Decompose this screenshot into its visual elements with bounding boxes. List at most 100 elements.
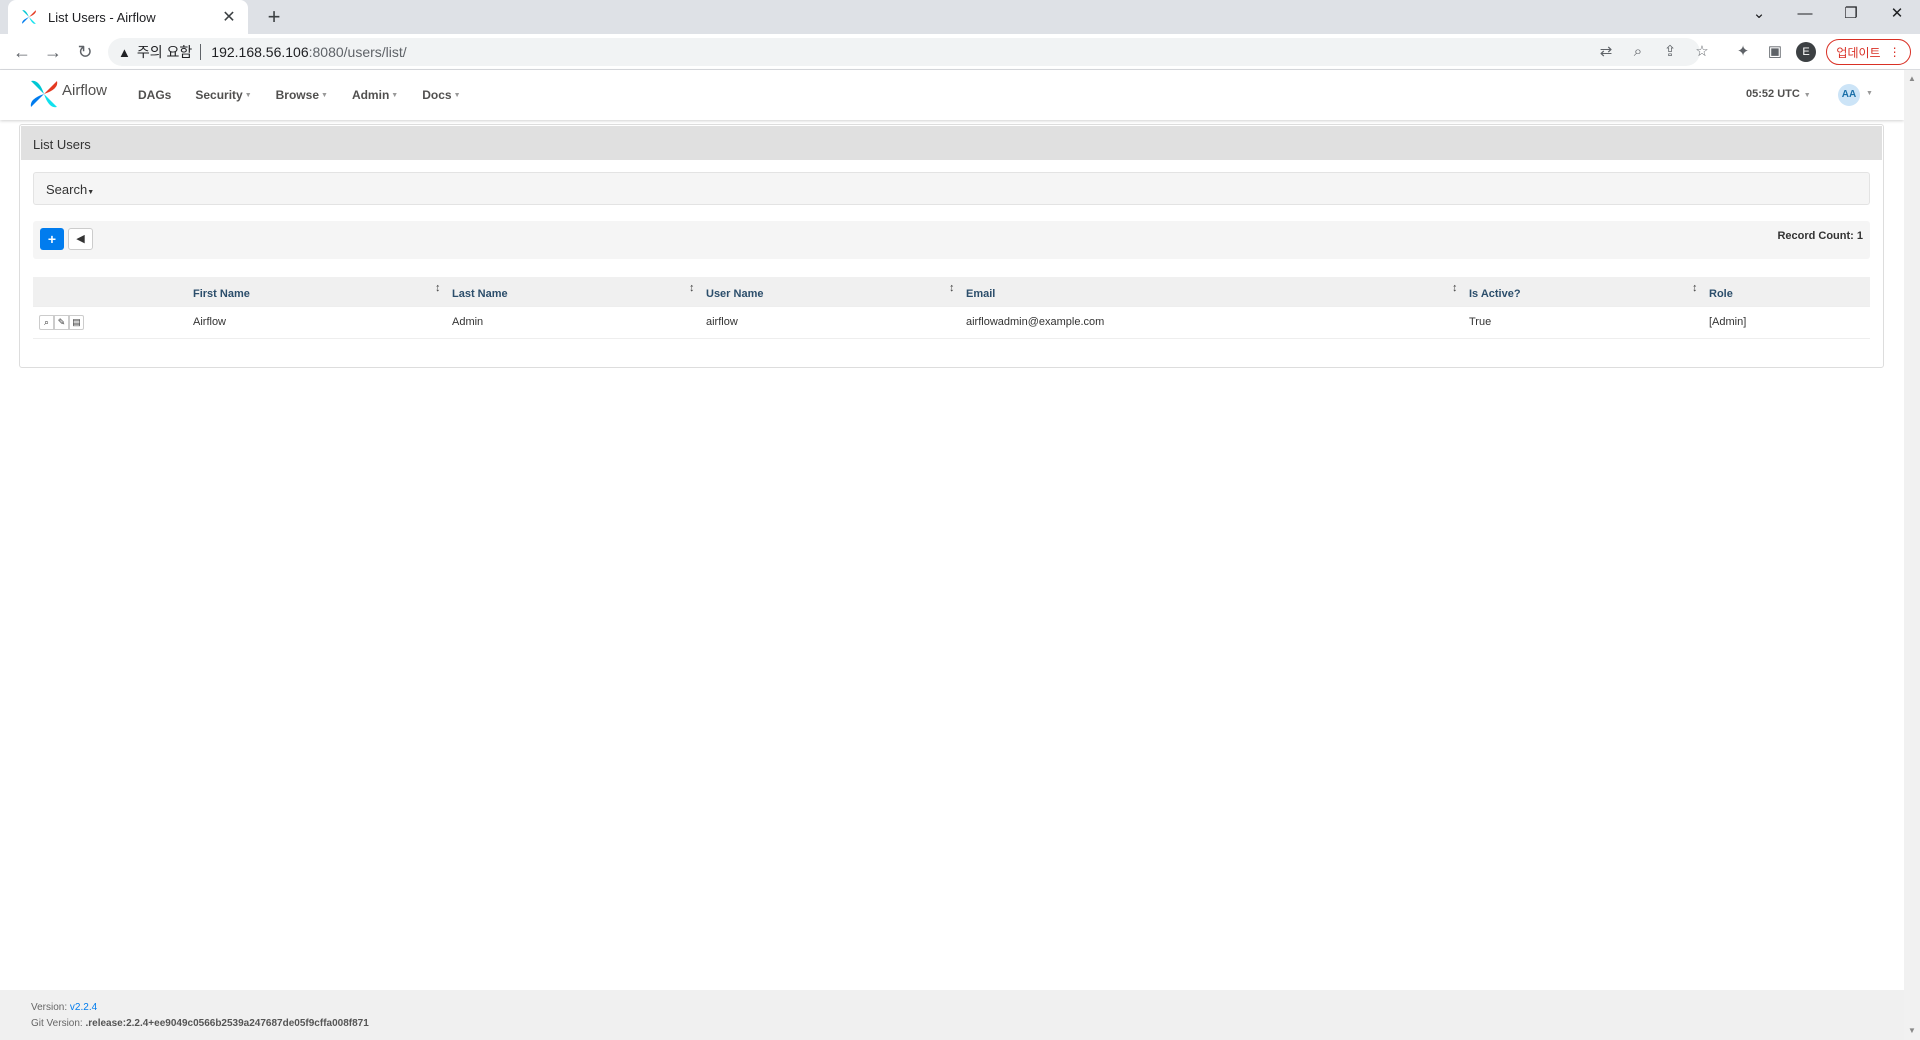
close-tab-icon[interactable]: ✕ <box>220 7 238 27</box>
add-user-button[interactable]: + <box>40 228 64 250</box>
caret-down-icon: ▼ <box>391 91 399 99</box>
airflow-navbar: Airflow DAGs Security ▼ Browse ▼ Admin ▼ Do… <box>0 70 1904 120</box>
delete-record-trash-icon[interactable]: ▤ <box>69 314 84 330</box>
search-filter-bar[interactable]: Search▼ <box>33 172 1870 205</box>
url-host: 192.168.56.106 <box>211 44 309 60</box>
forward-arrow-icon[interactable]: → <box>41 40 65 64</box>
edit-record-icon[interactable]: ✎ <box>54 314 69 330</box>
translate-icon[interactable]: ⇄ <box>1594 40 1618 64</box>
menu-browse-label: Browse <box>275 88 319 102</box>
profile-avatar[interactable]: E <box>1796 42 1816 62</box>
list-actions-bar: + ◀ Record Count: 1 <box>33 221 1870 259</box>
version-info: Version: v2.2.4 <box>31 1002 97 1013</box>
url-path: :8080/users/list/ <box>308 44 407 60</box>
menu-docs-label: Docs <box>422 88 452 102</box>
restore-window-icon[interactable]: ❐ <box>1828 0 1874 28</box>
sort-icon[interactable]: ↕ <box>1452 282 1458 294</box>
cell-first-name: Airflow <box>193 305 452 339</box>
scroll-down-arrow-icon[interactable]: ▼ <box>1908 1026 1916 1035</box>
caret-down-icon: ▼ <box>87 189 95 196</box>
tab-search-chevron-icon[interactable]: ⌄ <box>1736 0 1782 28</box>
page-footer: Version: v2.2.4 Git Version: .release:2.… <box>0 990 1904 1040</box>
user-avatar[interactable]: AA <box>1838 84 1860 106</box>
airflow-pinwheel-icon <box>30 80 58 108</box>
git-version-value: .release:2.2.4+ee9049c0566b2539a247687de… <box>85 1018 369 1029</box>
actions-column-header <box>33 277 193 306</box>
table-row: ⌕ ✎ ▤ Airflow Admin airflow airflowadmin… <box>33 305 1870 339</box>
search-dropdown[interactable]: Search▼ <box>46 182 94 197</box>
new-tab-button[interactable]: + <box>262 5 286 29</box>
brand-name: Airflow <box>62 81 108 99</box>
update-button[interactable]: 업데이트 ⋮ <box>1826 39 1911 65</box>
column-label: First Name <box>193 288 250 301</box>
update-label: 업데이트 <box>1836 45 1881 60</box>
cell-email: airflowadmin@example.com <box>966 305 1469 339</box>
back-button[interactable]: ◀ <box>68 228 93 250</box>
column-label: User Name <box>706 288 764 301</box>
column-header-role[interactable]: Role <box>1709 277 1870 306</box>
git-version-info: Git Version: .release:2.2.4+ee9049c0566b… <box>31 1018 369 1029</box>
page-title: List Users <box>21 126 1882 160</box>
share-icon[interactable]: ⇪ <box>1658 40 1682 64</box>
version-label: Version: <box>31 1002 68 1013</box>
column-label: Role <box>1709 288 1733 301</box>
airflow-logo[interactable]: Airflow <box>28 78 107 110</box>
caret-down-icon: ▼ <box>244 91 252 99</box>
address-divider <box>200 44 202 60</box>
back-arrow-icon[interactable]: ← <box>10 40 34 64</box>
reload-icon[interactable]: ↻ <box>73 40 97 64</box>
caret-down-icon: ▼ <box>321 91 328 99</box>
menu-security-label: Security <box>195 88 243 102</box>
extensions-puzzle-icon[interactable]: ✦ <box>1731 40 1755 64</box>
minimize-window-icon[interactable]: — <box>1782 0 1828 28</box>
column-header-email[interactable]: Email ↕ <box>966 277 1469 306</box>
menu-browse[interactable]: Browse ▼ <box>276 88 328 102</box>
menu-dags-label: DAGs <box>138 88 172 102</box>
caret-down-icon: ▼ <box>1803 92 1811 99</box>
arrow-left-icon: ◀ <box>76 233 85 245</box>
utc-clock[interactable]: 05:52 UTC ▼ <box>1746 88 1811 100</box>
menu-admin-label: Admin <box>351 88 390 102</box>
scroll-up-arrow-icon[interactable]: ▲ <box>1908 74 1916 83</box>
warning-triangle-icon: ▲ <box>118 44 131 60</box>
cell-is-active: True <box>1469 305 1709 339</box>
menu-dags[interactable]: DAGs <box>138 88 171 102</box>
version-link[interactable]: v2.2.4 <box>70 1002 97 1013</box>
security-warning-label[interactable]: 주의 요함 <box>137 42 192 62</box>
users-table: First Name ↕ Last Name ↕ User Name ↕ Email ↕… <box>33 277 1870 339</box>
column-label: Last Name <box>452 288 508 301</box>
bookmark-star-icon[interactable]: ☆ <box>1690 40 1714 64</box>
column-header-last-name[interactable]: Last Name ↕ <box>452 277 706 306</box>
row-actions: ⌕ ✎ ▤ <box>33 305 193 339</box>
column-label: Email <box>966 288 996 301</box>
column-header-first-name[interactable]: First Name ↕ <box>193 277 452 306</box>
sort-icon[interactable]: ↕ <box>689 282 695 294</box>
view-record-search-icon[interactable]: ⌕ <box>39 314 54 330</box>
sort-icon[interactable]: ↕ <box>435 282 441 294</box>
cell-user-name: airflow <box>706 305 966 339</box>
menu-security[interactable]: Security ▼ <box>195 88 251 102</box>
side-panel-icon[interactable]: ▣ <box>1763 40 1787 64</box>
airflow-favicon-icon <box>22 10 36 24</box>
browser-tab[interactable]: List Users - Airflow ✕ <box>8 0 248 34</box>
git-version-label: Git Version: <box>31 1018 83 1029</box>
column-label: Is Active? <box>1469 288 1521 301</box>
clock-label: 05:52 UTC <box>1746 88 1800 100</box>
page-scrollbar[interactable]: ▲ ▼ <box>1904 70 1920 1040</box>
record-count: Record Count: 1 <box>1777 230 1863 242</box>
zoom-icon[interactable]: ⌕ <box>1626 40 1650 64</box>
menu-docs[interactable]: Docs ▼ <box>422 88 460 102</box>
caret-down-icon[interactable]: ▼ <box>1866 90 1873 97</box>
address-bar[interactable]: ▲ 주의 요함 192.168.56.106 :8080/users/list/ <box>108 38 1700 66</box>
column-header-is-active[interactable]: Is Active? ↕ <box>1469 277 1709 306</box>
column-header-user-name[interactable]: User Name ↕ <box>706 277 966 306</box>
table-header-row: First Name ↕ Last Name ↕ User Name ↕ Email ↕… <box>33 277 1870 306</box>
main-menu: DAGs Security ▼ Browse ▼ Admin ▼ Docs ▼ <box>138 70 485 120</box>
sort-icon[interactable]: ↕ <box>949 282 955 294</box>
cell-role: [Admin] <box>1709 305 1870 339</box>
browser-tab-strip: List Users - Airflow ✕ + ⌄ — ❐ ✕ <box>0 0 1920 34</box>
browser-tab-title: List Users - Airflow <box>48 9 156 25</box>
sort-icon[interactable]: ↕ <box>1692 282 1698 294</box>
close-window-icon[interactable]: ✕ <box>1874 0 1920 28</box>
menu-admin[interactable]: Admin ▼ <box>352 88 398 102</box>
